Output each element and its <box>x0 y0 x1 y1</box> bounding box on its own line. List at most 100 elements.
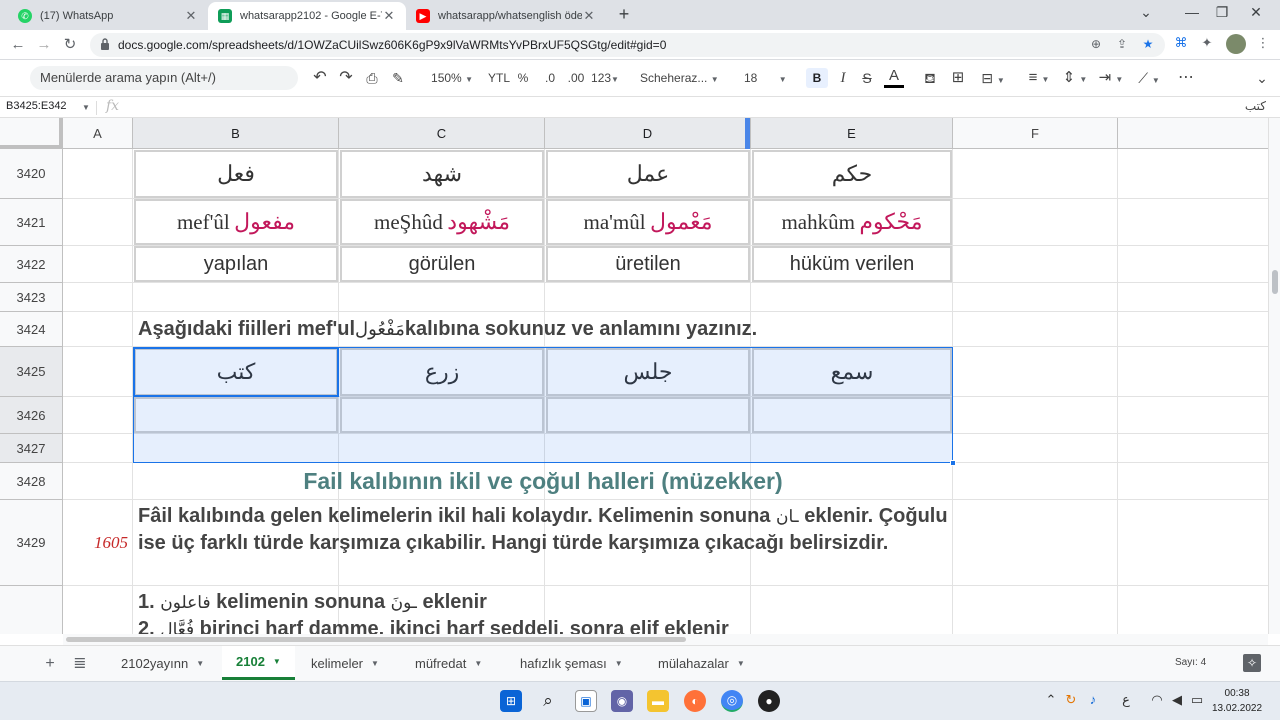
task-view-icon[interactable]: ▣ <box>575 690 597 712</box>
cell-d3425[interactable]: جلس <box>546 348 750 396</box>
explore-icon[interactable]: ✧ <box>1243 654 1261 672</box>
cell-d3422[interactable]: üretilen <box>546 246 750 282</box>
zoom-select[interactable]: 150% ▼ <box>426 68 478 88</box>
cell-d3421[interactable]: ma'mûl مَعْمول <box>546 199 750 245</box>
borders-icon[interactable]: ⊞ <box>948 68 968 88</box>
row-header-3429[interactable]: 3429 <box>0 500 63 586</box>
add-sheet-button[interactable]: + <box>40 654 60 674</box>
row-header-3424[interactable]: 3424 <box>0 312 63 347</box>
browser-tab-sheets[interactable]: ▦ whatsarapp2102 - Google E-Tablo ✕ <box>208 2 406 30</box>
paint-format-icon[interactable]: ✎ <box>388 68 408 88</box>
input-language-indicator[interactable]: ع <box>1117 692 1135 708</box>
teams-chat-icon[interactable]: ◉ <box>611 690 633 712</box>
file-explorer-icon[interactable]: ▬ <box>647 690 669 712</box>
update-icon[interactable]: ↻ <box>1062 692 1080 708</box>
firefox-icon[interactable]: ◐ <box>684 690 706 712</box>
cell-c3421[interactable]: meŞhûd مَشْهود <box>340 199 544 245</box>
text-wrap-icon[interactable]: ⇥ ▼ <box>1096 68 1126 88</box>
cell-a3429[interactable]: 1605 <box>63 500 132 585</box>
tray-chevron-up-icon[interactable]: ⌃ <box>1042 692 1060 708</box>
cell-b3429-paragraph[interactable]: Fâil kalıbında gelen kelimelerin ikil ha… <box>133 500 953 585</box>
sheet-tab-2102[interactable]: 2102 ▼ <box>222 646 295 680</box>
text-color-button[interactable]: A <box>884 68 904 88</box>
bold-button[interactable]: B <box>806 68 828 88</box>
column-header-c[interactable]: C <box>339 118 545 149</box>
cell-b3424-instruction[interactable]: Aşağıdaki fiilleri mef'ul مَفْعُول kalıb… <box>133 312 953 346</box>
row-header-3420[interactable]: 3420 <box>0 149 63 199</box>
zoom-icon[interactable]: ⊕ <box>1088 37 1104 53</box>
vertical-scroll-thumb[interactable] <box>1272 270 1278 294</box>
column-resize-handle[interactable] <box>745 118 750 149</box>
percent-format-button[interactable]: % <box>516 68 530 88</box>
forward-arrow-icon[interactable]: → <box>34 35 54 55</box>
horizontal-scroll-thumb[interactable] <box>66 637 686 642</box>
cell-e3422[interactable]: hüküm verilen <box>752 246 952 282</box>
row-header-3425[interactable]: 3425 <box>0 347 63 397</box>
strikethrough-button[interactable]: S <box>858 68 876 88</box>
share-icon[interactable]: ⇪ <box>1114 37 1130 53</box>
row-header-3427[interactable]: 3427 <box>0 434 63 463</box>
font-size-select[interactable]: 18 ▼ <box>744 68 794 88</box>
sheet-tab-hafizlik-semasi[interactable]: hafızlık şeması ▼ <box>506 646 637 680</box>
sheet-tab-mufredat[interactable]: müfredat ▼ <box>401 646 496 680</box>
row-header-3421[interactable]: 3421 <box>0 199 63 246</box>
fill-color-icon[interactable]: ⛾ <box>920 68 940 88</box>
chrome-icon[interactable]: ◎ <box>721 690 743 712</box>
translate-icon[interactable]: ⌘ <box>1172 35 1190 53</box>
undo-icon[interactable]: ↶ <box>310 68 330 88</box>
cell-e3426[interactable] <box>752 397 952 433</box>
cell-e3421[interactable]: mahkûm مَحْكوم <box>752 199 952 245</box>
more-options-button[interactable]: ⋯ <box>1176 68 1196 88</box>
column-header-f[interactable]: F <box>953 118 1118 149</box>
column-header-e[interactable]: E <box>751 118 953 149</box>
decrease-decimal-button[interactable]: .0 <box>540 68 560 88</box>
extensions-puzzle-icon[interactable]: ✦ <box>1198 35 1216 53</box>
collapse-toolbar-chevron-icon[interactable]: ⌄ <box>1252 68 1272 88</box>
bookmark-star-icon[interactable]: ★ <box>1140 37 1156 53</box>
increase-decimal-button[interactable]: .00 <box>564 68 588 88</box>
cell-b3428-heading[interactable]: Fail kalıbının ikil ve çoğul halleri (mü… <box>133 463 953 499</box>
spreadsheet-grid[interactable]: A B C D E F 3420 3421 3422 3423 3424 342… <box>0 118 1268 634</box>
sheet-tab-2102yayinn[interactable]: 2102yayınn ▼ <box>107 646 218 680</box>
sheet-tab-kelimeler[interactable]: kelimeler ▼ <box>297 646 393 680</box>
cell-b3425[interactable]: كتب <box>134 348 338 396</box>
cell-c3422[interactable]: görülen <box>340 246 544 282</box>
cell-e3425[interactable]: سمع <box>752 348 952 396</box>
name-box[interactable]: B3425:E342 <box>6 100 67 112</box>
back-arrow-icon[interactable]: ← <box>8 35 28 55</box>
row-header-3423[interactable]: 3423 <box>0 283 63 312</box>
cell-b3420[interactable]: فعل <box>134 150 338 198</box>
horizontal-scrollbar[interactable] <box>63 634 1268 645</box>
microphone-icon[interactable]: ♪ <box>1084 692 1102 707</box>
print-icon[interactable]: ⎙ <box>362 68 382 88</box>
merge-cells-icon[interactable]: ⊟ ▼ <box>976 68 1010 88</box>
row-header-3426[interactable]: 3426 <box>0 397 63 434</box>
column-header-blank[interactable] <box>1118 118 1268 149</box>
browser-tab-whatsapp[interactable]: ✆ (17) WhatsApp ✕ <box>8 2 208 30</box>
wifi-icon[interactable]: ◠ <box>1148 692 1166 708</box>
select-all-corner[interactable] <box>0 118 63 149</box>
cell-e3420[interactable]: حكم <box>752 150 952 198</box>
close-icon[interactable]: ✕ <box>184 8 198 24</box>
row-header-3430[interactable] <box>0 586 63 634</box>
cell-c3426[interactable] <box>340 397 544 433</box>
close-icon[interactable]: ✕ <box>382 8 396 24</box>
sheet-tab-mulahazalar[interactable]: mülahazalar ▼ <box>644 646 759 680</box>
row-header-3422[interactable]: 3422 <box>0 246 63 283</box>
reload-icon[interactable]: ↻ <box>60 35 80 55</box>
volume-icon[interactable]: ◀ <box>1168 692 1186 708</box>
maximize-button[interactable]: ❐ <box>1210 4 1234 21</box>
window-close-button[interactable]: ✕ <box>1244 4 1268 21</box>
cell-b3426[interactable] <box>134 397 338 433</box>
windows-start-icon[interactable]: ⊞ <box>500 690 522 712</box>
italic-button[interactable]: I <box>834 68 852 88</box>
address-bar[interactable]: docs.google.com/spreadsheets/d/1OWZaCUil… <box>90 33 1165 57</box>
new-tab-button[interactable]: + <box>614 4 634 24</box>
text-rotation-icon[interactable]: ⟋ ▼ <box>1132 68 1166 88</box>
profile-avatar[interactable] <box>1226 34 1246 54</box>
currency-format-button[interactable]: YTL <box>487 68 511 88</box>
search-icon[interactable]: ⌕ <box>537 690 559 712</box>
vertical-align-icon[interactable]: ⇕ ▼ <box>1060 68 1090 88</box>
obs-icon[interactable]: ● <box>758 690 780 712</box>
close-icon[interactable]: ✕ <box>582 8 596 24</box>
